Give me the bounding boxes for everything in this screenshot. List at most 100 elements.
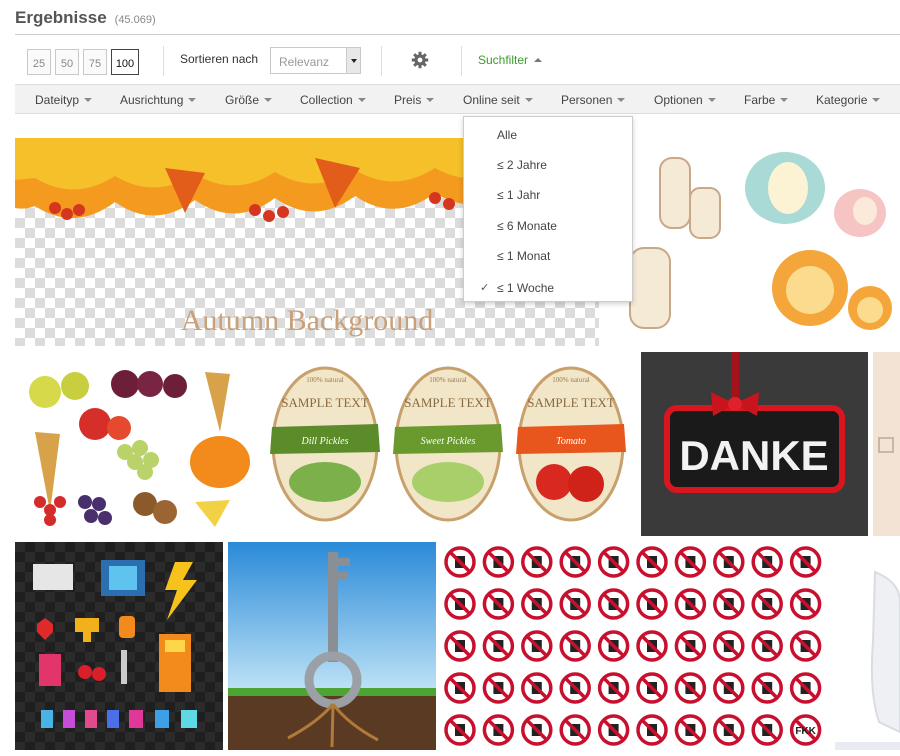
key-thumbnail [228, 542, 436, 750]
filter-label: Ausrichtung [120, 93, 184, 107]
toolbar-divider [163, 46, 164, 76]
prohibition-sign-icon [444, 672, 476, 704]
prohibition-sign-icon [482, 630, 515, 662]
prohibition-sign-icon [789, 588, 822, 620]
per-page-75-button[interactable]: 75 [83, 49, 107, 75]
filter-label: Optionen [654, 93, 703, 107]
filter-bar: Dateityp Ausrichtung Größe Collection Pr… [15, 84, 900, 114]
animals-thumbnail [600, 138, 900, 346]
filter-label: Dateityp [35, 93, 80, 107]
per-page-50-button[interactable]: 50 [55, 49, 79, 75]
label-dill-top: 100% natural [306, 376, 344, 384]
result-pixel-items[interactable] [15, 542, 223, 750]
prohibition-sign-icon [559, 672, 591, 704]
filter-farbe[interactable]: Farbe [744, 93, 789, 107]
per-page-100-button[interactable]: 100 [111, 49, 139, 75]
filter-personen[interactable]: Personen [561, 93, 626, 107]
beige-thumbnail [873, 352, 900, 536]
sort-select[interactable]: Relevanz [270, 47, 361, 74]
result-key-roots[interactable] [228, 542, 436, 750]
chevron-down-icon [872, 98, 881, 102]
filter-label: Farbe [744, 93, 776, 107]
filter-optionen[interactable]: Optionen [654, 93, 716, 107]
result-fruits[interactable] [15, 352, 260, 536]
prohibition-sign-icon [597, 630, 630, 662]
dropdown-option-1-monat[interactable]: ≤ 1 Monat [497, 249, 550, 263]
result-danke-sign[interactable]: DANKE [641, 352, 868, 536]
suchfilter-toggle[interactable]: Suchfilter [478, 53, 543, 67]
prohibition-sign-icon [751, 714, 783, 746]
prohibition-signs-grid: FKK [442, 542, 832, 750]
label-tomato: 100% natural SAMPLE TEXT Tomato [516, 366, 626, 522]
label-sweet-main: SAMPLE TEXT [404, 395, 492, 410]
filter-label: Größe [225, 93, 260, 107]
result-sample-labels[interactable]: 100% natural SAMPLE TEXT Dill Pickles 10… [262, 352, 638, 536]
prohibition-sign-icon [713, 714, 745, 746]
prohibition-sign-icon [751, 630, 783, 662]
prohibition-sign-icon [482, 546, 515, 578]
dropdown-option-alle[interactable]: Alle [497, 128, 517, 142]
filter-collection[interactable]: Collection [300, 93, 366, 107]
prohibition-sign-icon [636, 630, 668, 662]
prohibition-sign-icon [444, 588, 476, 620]
per-page-25-button[interactable]: 25 [27, 49, 51, 75]
gear-icon[interactable] [411, 51, 429, 69]
dropdown-option-1-woche[interactable]: ≤ 1 Woche [497, 281, 554, 295]
danke-text: DANKE [679, 432, 828, 479]
labels-thumbnail: 100% natural SAMPLE TEXT Dill Pickles 10… [262, 352, 638, 536]
chevron-down-icon [617, 98, 626, 102]
filter-online-seit[interactable]: Online seit [463, 93, 533, 107]
prohibition-sign-icon [751, 588, 783, 620]
dropdown-option-2-jahre[interactable]: ≤ 2 Jahre [497, 158, 547, 172]
prohibition-sign-icon [674, 714, 707, 746]
prohibition-sign-icon [482, 672, 515, 704]
prohibition-sign-icon [713, 672, 745, 704]
prohibition-sign-icon [559, 588, 591, 620]
chevron-down-icon [188, 98, 197, 102]
chevron-up-icon [534, 58, 543, 62]
prohibition-sign-icon [674, 588, 707, 620]
filter-label: Kategorie [816, 93, 868, 107]
dropdown-option-6-monate[interactable]: ≤ 6 Monate [497, 219, 557, 233]
prohibition-sign-icon [521, 630, 553, 662]
prohibition-sign-icon [636, 546, 668, 578]
result-baby-animals[interactable] [600, 138, 900, 346]
toolbar-divider [381, 46, 382, 76]
prohibition-sign-icon [444, 714, 476, 746]
result-partial-white[interactable] [835, 542, 900, 750]
prohibition-sign-icon [521, 588, 553, 620]
results-header: Ergebnisse (45.069) [15, 8, 156, 32]
dropdown-option-1-jahr[interactable]: ≤ 1 Jahr [497, 188, 540, 202]
prohibition-sign-icon [636, 672, 668, 704]
prohibition-sign-icon [482, 714, 515, 746]
suchfilter-label: Suchfilter [478, 53, 529, 67]
fruits-thumbnail [15, 352, 260, 536]
chevron-down-icon [84, 98, 93, 102]
prohibition-sign-icon [674, 672, 707, 704]
online-seit-dropdown: Alle ≤ 2 Jahre ≤ 1 Jahr ≤ 6 Monate ≤ 1 M… [463, 116, 633, 302]
white-product-thumbnail [835, 542, 900, 750]
result-partial-beige[interactable] [873, 352, 900, 536]
prohibition-sign-icon [559, 714, 591, 746]
prohibition-sign-icon [713, 630, 745, 662]
filter-preis[interactable]: Preis [394, 93, 435, 107]
prohibition-sign-icon [674, 630, 707, 662]
chevron-down-icon [707, 98, 716, 102]
chevron-down-icon [346, 48, 360, 73]
danke-thumbnail: DANKE [641, 352, 868, 536]
prohibition-sign-icon [789, 546, 822, 578]
prohibition-sign-icon [636, 588, 668, 620]
prohibition-sign-icon: FKK [789, 714, 822, 746]
prohibition-sign-icon [789, 672, 822, 704]
filter-kategorie[interactable]: Kategorie [816, 93, 881, 107]
filter-ausrichtung[interactable]: Ausrichtung [120, 93, 197, 107]
filter-dateityp[interactable]: Dateityp [35, 93, 93, 107]
chevron-down-icon [524, 98, 533, 102]
chevron-down-icon [357, 98, 366, 102]
filter-groesse[interactable]: Größe [225, 93, 273, 107]
filter-label: Preis [394, 93, 422, 107]
prohibition-sign-icon [597, 672, 630, 704]
prohibition-sign-icon [674, 546, 707, 578]
page-title: Ergebnisse [15, 8, 107, 27]
result-prohibition-signs[interactable]: FKK [442, 542, 832, 750]
